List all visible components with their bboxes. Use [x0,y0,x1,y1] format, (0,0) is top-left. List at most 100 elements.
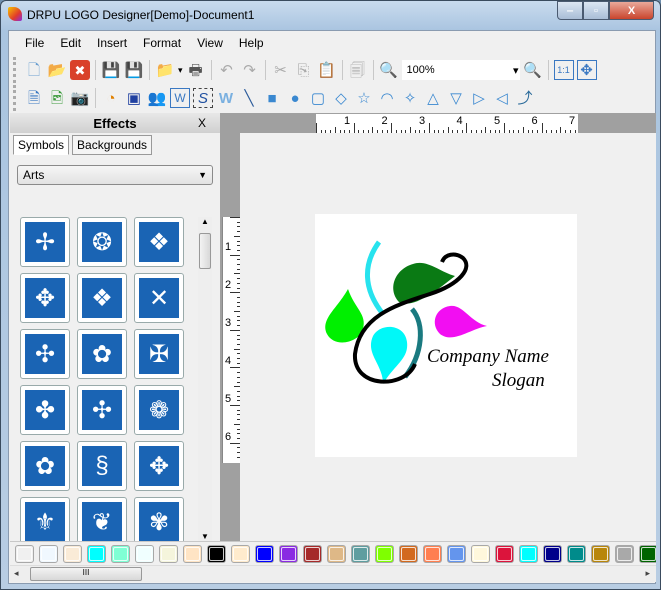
menu-help[interactable]: Help [231,36,272,50]
slogan-text[interactable]: Slogan [492,370,545,392]
rectangle-icon[interactable]: ■ [262,88,282,108]
word-art-icon[interactable]: W [170,88,190,108]
symbol-item[interactable]: ✣ [20,329,70,379]
paste-icon[interactable]: 📋 [317,60,337,80]
export-icon[interactable]: 📁 [155,60,175,80]
logo-canvas[interactable]: Company Name Slogan [315,214,577,457]
palette-scrollbar[interactable]: ◂ III ▸ [10,565,656,582]
color-swatch[interactable] [615,545,634,563]
menu-view[interactable]: View [189,36,231,50]
company-name-text[interactable]: Company Name [427,346,549,368]
users-icon[interactable]: 👥 [147,88,167,108]
zoom-select[interactable]: 100% ▾ [401,60,520,80]
scroll-thumb[interactable]: III [30,567,142,581]
menu-insert[interactable]: Insert [89,36,135,50]
symbol-item[interactable]: ✤ [20,385,70,435]
tab-symbols[interactable]: Symbols [13,135,70,155]
symbol-item[interactable]: § [77,441,127,491]
color-swatch[interactable] [471,545,490,563]
signature-icon[interactable]: S [193,88,213,108]
color-swatch[interactable] [327,545,346,563]
tab-backgrounds[interactable]: Backgrounds [72,135,153,155]
zoom-out-icon[interactable]: 🔍 [523,60,543,80]
color-swatch[interactable] [375,545,394,563]
color-swatch[interactable] [543,545,562,563]
category-dropdown[interactable]: Arts ▼ [17,165,213,185]
zoom-in-icon[interactable]: 🔍 [379,60,399,80]
arc-icon[interactable]: ◠ [377,88,397,108]
export-dropdown-icon[interactable]: ▾ [178,65,183,76]
star-icon[interactable]: ☆ [354,88,374,108]
symbol-item[interactable]: ✥ [20,273,70,323]
fit-to-window-icon[interactable]: ✥ [576,60,597,80]
color-swatch[interactable] [567,545,586,563]
insert-image-icon[interactable]: 🖻 [47,88,67,108]
curve-icon[interactable]: ⤴ [515,88,535,108]
color-swatch[interactable] [87,545,106,563]
symbol-item[interactable]: ❖ [134,217,184,267]
redo-icon[interactable]: ↷ [240,60,260,80]
symbol-item[interactable]: ✿ [77,329,127,379]
symbol-item[interactable]: ⚜ [20,497,70,541]
color-swatch[interactable] [423,545,442,563]
color-swatch[interactable] [231,545,250,563]
print-icon[interactable]: 🖶 [186,60,206,80]
color-swatch[interactable] [519,545,538,563]
color-wheel-icon[interactable]: ◔ [101,88,121,108]
panel-close-button[interactable]: X [198,116,206,130]
open-folder-icon[interactable]: 📂 [47,60,67,80]
color-swatch[interactable] [183,545,202,563]
minimize-button[interactable]: ‒ [557,1,583,20]
save-icon[interactable]: 💾 [101,60,121,80]
layers-icon[interactable]: ▣ [124,88,144,108]
symbol-item[interactable]: ❖ [77,273,127,323]
symbol-item[interactable]: ❦ [77,497,127,541]
symbol-item[interactable]: ❂ [77,217,127,267]
color-swatch[interactable] [639,545,656,563]
line-icon[interactable]: ╲ [239,88,259,108]
symbol-item[interactable]: ✕ [134,273,184,323]
menu-edit[interactable]: Edit [52,36,89,50]
symbol-item[interactable]: ✿ [20,441,70,491]
color-swatch[interactable] [111,545,130,563]
watermark-icon[interactable]: W [216,88,236,108]
color-swatch[interactable] [207,545,226,563]
left-triangle-icon[interactable]: ◁ [492,88,512,108]
close-button[interactable]: X [609,1,654,20]
symbol-item[interactable]: ✥ [134,441,184,491]
ellipse-icon[interactable]: ● [285,88,305,108]
cut-icon[interactable]: ✂ [271,60,291,80]
color-swatch[interactable] [159,545,178,563]
color-swatch[interactable] [63,545,82,563]
color-swatch[interactable] [39,545,58,563]
color-swatch[interactable] [15,545,34,563]
close-document-icon[interactable]: ✖ [70,60,90,80]
cross-shape-icon[interactable]: ✧ [400,88,420,108]
menu-format[interactable]: Format [135,36,189,50]
text-icon[interactable]: 🗎 [24,88,44,108]
color-swatch[interactable] [495,545,514,563]
right-triangle-icon[interactable]: ▷ [469,88,489,108]
symbol-scrollbar[interactable]: ▲ ▼ [198,217,212,541]
delete-icon[interactable]: 🗐 [348,60,368,80]
actual-size-button[interactable]: 1:1 [553,60,574,80]
symbol-item[interactable]: ✠ [134,329,184,379]
menu-file[interactable]: File [17,36,52,50]
color-swatch[interactable] [399,545,418,563]
camera-icon[interactable]: 📷 [70,88,90,108]
symbol-item[interactable]: ✣ [77,385,127,435]
rounded-rectangle-icon[interactable]: ▢ [308,88,328,108]
save-as-icon[interactable]: 💾 [124,60,144,80]
new-document-icon[interactable]: 🗋 [24,60,44,80]
color-swatch[interactable] [351,545,370,563]
color-swatch[interactable] [447,545,466,563]
color-swatch[interactable] [591,545,610,563]
maximize-button[interactable]: ▫ [583,1,609,20]
scroll-right-icon[interactable]: ▸ [645,568,650,579]
scroll-left-icon[interactable]: ◂ [14,568,19,579]
triangle-icon[interactable]: △ [423,88,443,108]
symbol-item[interactable]: ✢ [20,217,70,267]
color-swatch[interactable] [135,545,154,563]
inverted-triangle-icon[interactable]: ▽ [446,88,466,108]
symbol-item[interactable]: ❁ [134,385,184,435]
